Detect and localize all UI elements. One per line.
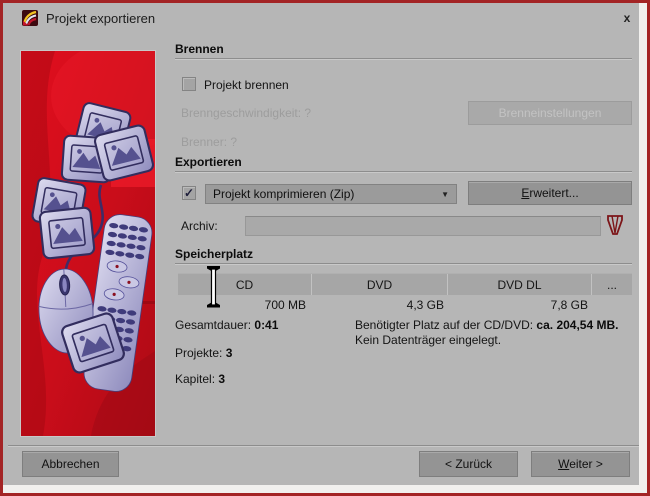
- kapitel-stat: Kapitel: 3: [175, 372, 225, 386]
- no-disc-text: Kein Datenträger eingelegt.: [355, 333, 501, 347]
- gesamtdauer-stat: Gesamtdauer: 0:41: [175, 318, 278, 332]
- media-segment-more[interactable]: ...: [592, 274, 632, 295]
- zurueck-button[interactable]: < Zurück: [419, 451, 518, 477]
- projekt-brennen-checkbox[interactable]: [182, 77, 196, 91]
- section-title-brennen: Brennen: [175, 42, 224, 56]
- erweitert-label-rest: rweitert...: [529, 186, 578, 200]
- required-space-label: Benötigter Platz auf der CD/DVD:: [355, 318, 533, 332]
- footer-divider: [8, 445, 642, 447]
- brenneinstellungen-button[interactable]: Brenneinstellungen: [468, 101, 632, 125]
- window-title: Projekt exportieren: [46, 11, 155, 26]
- archiv-label: Archiv:: [181, 219, 218, 233]
- erweitert-button[interactable]: Erweitert...: [468, 181, 632, 205]
- gesamtdauer-value: 0:41: [254, 318, 278, 332]
- export-type-dropdown[interactable]: Projekt komprimieren (Zip) ▼: [205, 184, 457, 204]
- export-type-value: Projekt komprimieren (Zip): [213, 187, 441, 201]
- weiter-label-rest: eiter >: [569, 457, 603, 471]
- media-segment-dvd-dl[interactable]: DVD DL: [448, 274, 592, 295]
- section-divider: [175, 58, 632, 60]
- weiter-button[interactable]: Weiter >: [531, 451, 630, 477]
- kapitel-value: 3: [218, 372, 225, 386]
- capacity-cd: 700 MB: [178, 298, 306, 312]
- section-title-exportieren: Exportieren: [175, 155, 242, 169]
- section-divider: [175, 263, 632, 265]
- section-divider: [175, 171, 632, 173]
- projekte-stat: Projekte: 3: [175, 346, 232, 360]
- chevron-down-icon: ▼: [441, 190, 449, 199]
- ibeam-cursor: [206, 266, 222, 308]
- media-size-bar: CD DVD DVD DL ...: [178, 273, 632, 295]
- capacity-dvd-dl: 7,8 GB: [452, 298, 588, 312]
- weiter-label-prefix: W: [558, 457, 569, 471]
- brenngeschwindigkeit-label: Brenngeschwindigkeit: ?: [181, 106, 311, 120]
- media-segment-dvd[interactable]: DVD: [312, 274, 448, 295]
- dialog-projekt-exportieren: Projekt exportieren x: [0, 0, 650, 496]
- required-space-value: ca. 204,54 MB.: [536, 318, 618, 332]
- window-edge-bottom: [3, 485, 647, 493]
- required-space-info: Benötigter Platz auf der CD/DVD: ca. 204…: [355, 318, 633, 348]
- kapitel-label: Kapitel:: [175, 372, 215, 386]
- brenner-label: Brenner: ?: [181, 135, 237, 149]
- capacity-dvd: 4,3 GB: [316, 298, 444, 312]
- section-title-speicherplatz: Speicherplatz: [175, 247, 253, 261]
- close-icon[interactable]: x: [618, 9, 636, 27]
- export-checkbox[interactable]: ✓: [182, 186, 196, 200]
- browse-archive-icon[interactable]: [606, 214, 624, 236]
- gesamtdauer-label: Gesamtdauer:: [175, 318, 251, 332]
- media-segment-cd[interactable]: CD: [178, 274, 312, 295]
- artwork-image: [20, 50, 156, 437]
- projekte-label: Projekte:: [175, 346, 222, 360]
- abbrechen-button[interactable]: Abbrechen: [22, 451, 119, 477]
- app-icon: [22, 10, 38, 26]
- archiv-input[interactable]: [245, 216, 601, 236]
- window-edge-right: [639, 3, 647, 493]
- projekt-brennen-label: Projekt brennen: [204, 78, 289, 92]
- projekte-value: 3: [226, 346, 233, 360]
